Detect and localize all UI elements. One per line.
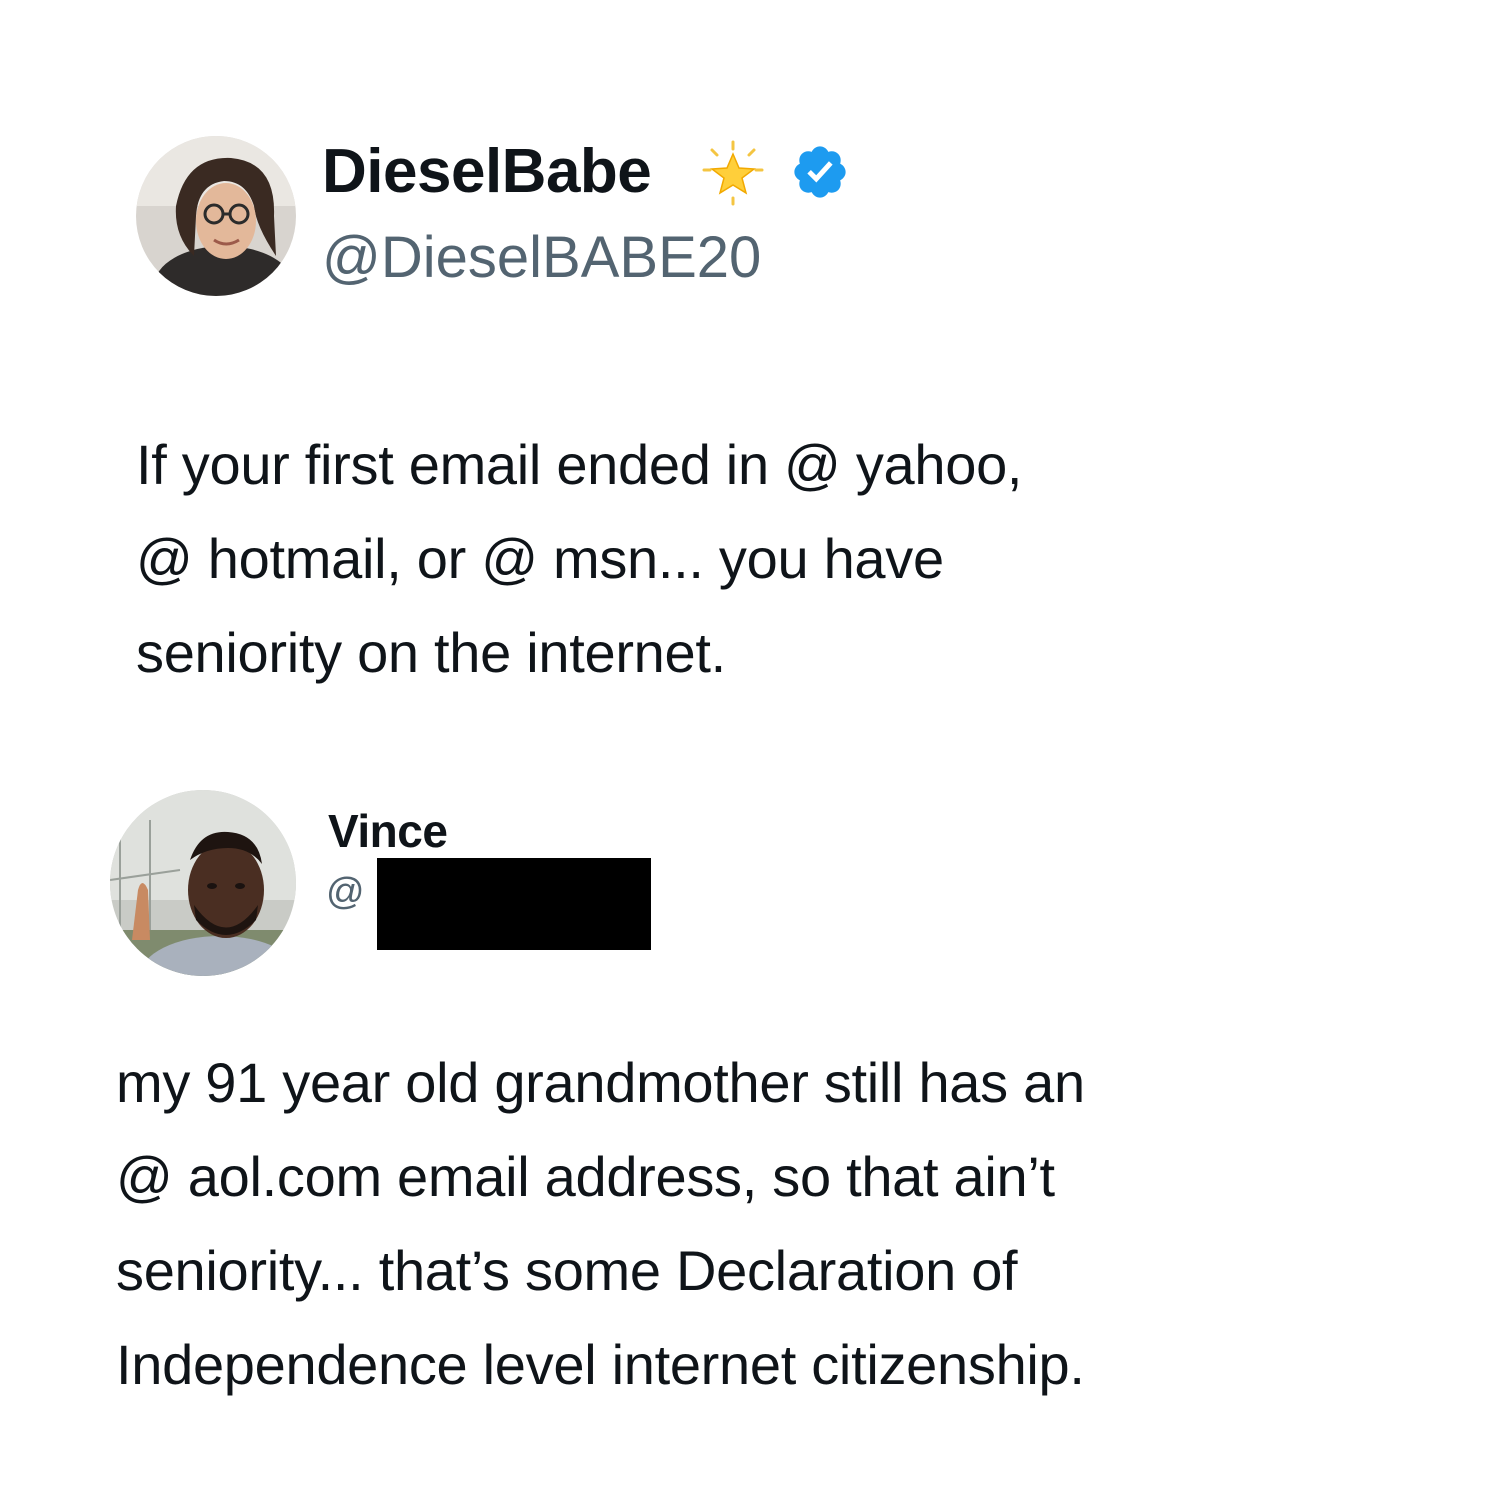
verified-badge-icon (794, 146, 846, 198)
author-display-name[interactable]: DieselBabe (322, 136, 652, 208)
avatar-image (136, 136, 296, 296)
tweet-text-line: @ hotmail, or @ msn... you have (136, 527, 944, 590)
avatar-dieselbabe[interactable] (136, 136, 296, 296)
reply-text-line: @ aol.com email address, so that ain’t (116, 1145, 1055, 1208)
avatar-image (110, 790, 296, 976)
redaction-box (377, 858, 651, 950)
reply-text-line: seniority... that’s some Declaration of (116, 1239, 1018, 1302)
tweet-text-line: If your first email ended in @ yahoo, (136, 433, 1023, 496)
tweet-text: If your first email ended in @ yahoo, @ … (136, 418, 1022, 700)
reply-text: my 91 year old grandmother still has an … (116, 1036, 1085, 1412)
reply-author-display-name[interactable]: Vince (328, 804, 448, 858)
reply-text-line: my 91 year old grandmother still has an (116, 1051, 1085, 1114)
author-handle[interactable]: @DieselBABE20 (322, 224, 761, 292)
reply-author-handle[interactable]: @ (326, 868, 365, 916)
avatar-vince[interactable] (110, 790, 296, 976)
tweet-text-line: seniority on the internet. (136, 621, 726, 684)
star-emoji-icon (702, 140, 764, 206)
reply-text-line: Independence level internet citizenship. (116, 1333, 1085, 1396)
